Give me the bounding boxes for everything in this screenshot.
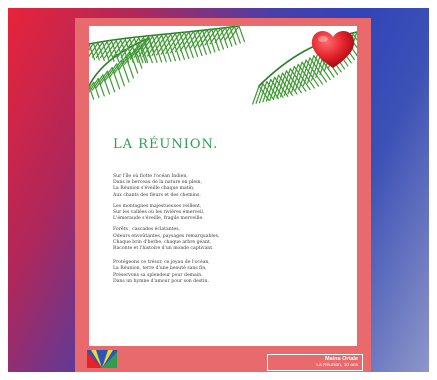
poem-title: LA RÉUNION. — [113, 137, 219, 152]
background-canvas: LA RÉUNION. Sur l'île où flotte l'océan … — [8, 8, 429, 372]
stanza: Protégeons ce trésor, ce joyau de l'océa… — [113, 260, 333, 285]
stanza: Forêts , cascades éclatantes, Odeurs env… — [113, 227, 333, 252]
stanza: Sur l'île où flotte l'océan Indien, Dans… — [113, 174, 333, 199]
poster: LA RÉUNION. Sur l'île où flotte l'océan … — [75, 18, 371, 372]
poem-body: Sur l'île où flotte l'océan Indien, Dans… — [113, 174, 333, 290]
author-credit: Maina Ortale La Réunion, 10 ans — [267, 354, 363, 371]
reunion-flag-icon — [87, 350, 117, 368]
heart-icon — [311, 31, 355, 68]
poem-line: Dans un hymne d'amour pour son destin. — [113, 278, 209, 284]
poem-line: Raconte et l'histoire d'un monde captiva… — [113, 246, 214, 252]
author-place-age: La Réunion, 10 ans — [316, 362, 358, 368]
poem-line: L'émeraude s'éveille, fragile merveille. — [113, 216, 204, 222]
poem-line: Aux chants des fleurs et des chemins. — [113, 192, 201, 198]
stanza: Les montagnes majestueuses veillent, Sur… — [113, 204, 333, 223]
poem-sheet: LA RÉUNION. Sur l'île où flotte l'océan … — [89, 26, 357, 346]
